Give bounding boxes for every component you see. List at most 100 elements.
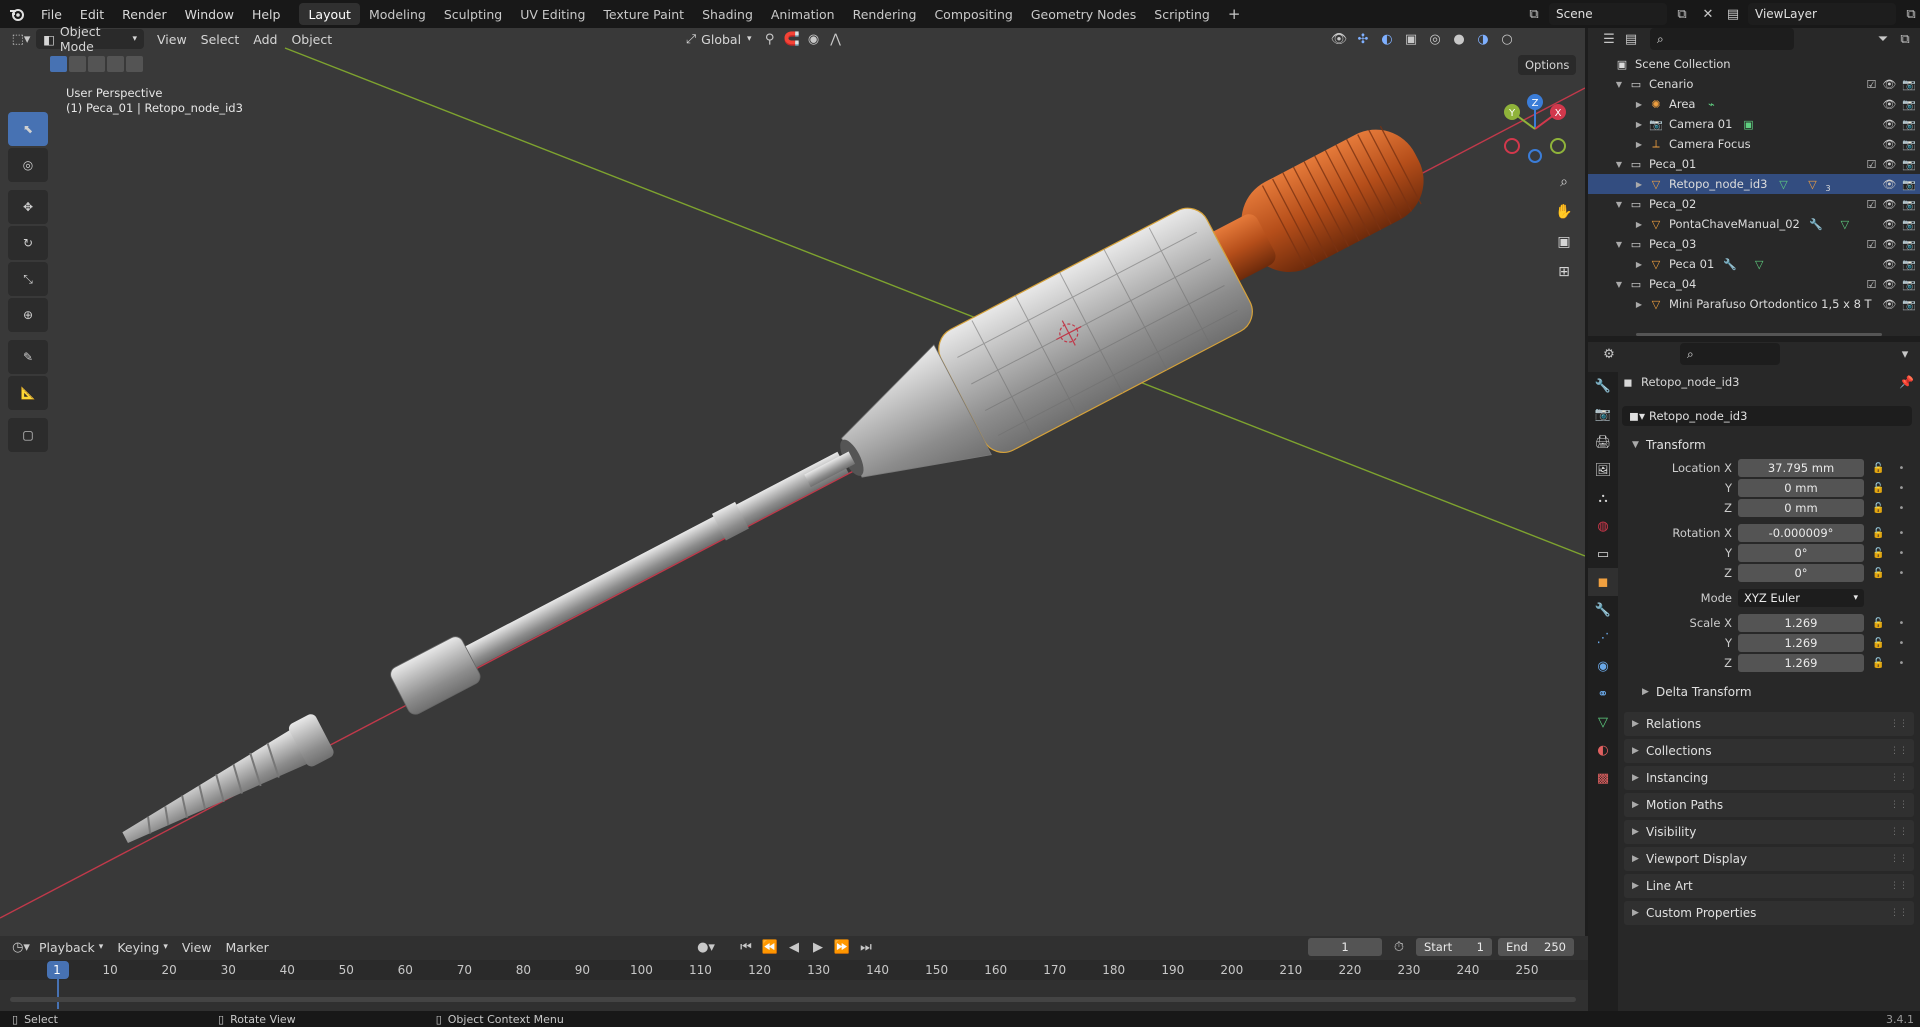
checkbox-icon[interactable]: ☑ bbox=[1866, 78, 1876, 91]
move-tool-icon[interactable]: ✥ bbox=[8, 190, 48, 224]
camera-data-icon[interactable]: ▣ bbox=[1740, 116, 1756, 132]
grid-view-icon[interactable]: ⊞ bbox=[1550, 258, 1578, 286]
outliner-row[interactable]: ▼ ▭ Peca_01 ☑ 👁 📷 bbox=[1588, 154, 1920, 174]
menu-view[interactable]: View bbox=[150, 29, 194, 49]
options-button[interactable]: Options bbox=[1518, 55, 1577, 75]
menu-playback[interactable]: Playback ▾ bbox=[32, 937, 110, 957]
checkbox-icon[interactable]: ☑ bbox=[1866, 278, 1876, 291]
lock-icon[interactable]: 🔓 bbox=[1872, 483, 1884, 494]
record-icon[interactable]: ●▾ bbox=[695, 936, 717, 958]
panel-motion-paths[interactable]: ▶ Motion Paths ⋮⋮ bbox=[1624, 793, 1914, 817]
outliner-row[interactable]: ▶ ▽ Mini Parafuso Ortodontico 1,5 x 8 T 👁 📷 bbox=[1588, 294, 1920, 314]
menu-marker[interactable]: Marker bbox=[219, 937, 276, 957]
outliner-row[interactable]: ▼ ▭ Peca_02 ☑ 👁 📷 bbox=[1588, 194, 1920, 214]
outliner-editor-icon[interactable]: ☰ bbox=[1598, 28, 1620, 50]
material-tab-icon[interactable]: ◐ bbox=[1588, 736, 1618, 764]
tab-sculpting[interactable]: Sculpting bbox=[435, 3, 511, 25]
timeline-editor-icon[interactable]: ◷▾ bbox=[10, 936, 32, 958]
tab-layout[interactable]: Layout bbox=[299, 3, 360, 25]
eye-icon[interactable]: 👁 bbox=[1882, 198, 1896, 211]
camera-render-icon[interactable]: 📷 bbox=[1902, 118, 1916, 131]
prev-keyframe-icon[interactable]: ⏪ bbox=[759, 936, 781, 958]
camera-render-icon[interactable]: 📷 bbox=[1902, 258, 1916, 271]
new-viewlayer-icon[interactable]: ⧉ bbox=[1900, 3, 1920, 25]
menu-keying[interactable]: Keying ▾ bbox=[110, 937, 175, 957]
camera-render-icon[interactable]: 📷 bbox=[1902, 138, 1916, 151]
object-name-field[interactable]: ◼▾ Retopo_node_id3 bbox=[1622, 406, 1912, 426]
scale-tool-icon[interactable]: ⤡ bbox=[8, 262, 48, 296]
display-mode-icon[interactable]: ▤ bbox=[1620, 28, 1642, 50]
next-keyframe-icon[interactable]: ⏩ bbox=[831, 936, 853, 958]
rotate-tool-icon[interactable]: ↻ bbox=[8, 226, 48, 260]
drag-handle-icon[interactable]: ⋮⋮ bbox=[1890, 746, 1908, 756]
output-tab-icon[interactable]: 🖨 bbox=[1588, 428, 1618, 456]
tab-rendering[interactable]: Rendering bbox=[844, 3, 926, 25]
location-y-field[interactable]: 0 mm bbox=[1738, 479, 1864, 497]
pin-icon[interactable]: 📌 bbox=[1899, 375, 1914, 389]
scene-icon[interactable]: ⧉ bbox=[1523, 3, 1545, 25]
outliner-row[interactable]: ▶ ▽ Peca 01 🔧 ▽ 👁 📷 bbox=[1588, 254, 1920, 274]
select-extend-icon[interactable] bbox=[69, 56, 86, 72]
timeline-scrollbar[interactable] bbox=[10, 997, 1576, 1002]
mesh-data-icon[interactable]: ▽ bbox=[1837, 216, 1853, 232]
light-data-icon[interactable]: ⌁ bbox=[1703, 96, 1719, 112]
camera-render-icon[interactable]: 📷 bbox=[1902, 98, 1916, 111]
modifier-tab-icon[interactable]: 🔧 bbox=[1588, 596, 1618, 624]
lock-icon[interactable]: 🔓 bbox=[1872, 658, 1884, 669]
transform-panel-header[interactable]: ▼ Transform bbox=[1624, 433, 1914, 457]
3d-viewport[interactable]: User Perspective (1) Peca_01 | Retopo_no… bbox=[0, 28, 1585, 936]
drag-handle-icon[interactable]: ⋮⋮ bbox=[1890, 773, 1908, 783]
scale-y-field[interactable]: 1.269 bbox=[1738, 634, 1864, 652]
menu-add[interactable]: Add bbox=[246, 29, 284, 49]
viewlayer-field[interactable]: ViewLayer bbox=[1748, 3, 1896, 25]
mode-dropdown[interactable]: ◧ Object Mode ▾ bbox=[36, 24, 144, 54]
delete-scene-icon[interactable]: ✕ bbox=[1697, 3, 1719, 25]
delta-transform-panel[interactable]: ▶ Delta Transform bbox=[1634, 680, 1914, 704]
eye-icon[interactable]: 👁 bbox=[1882, 78, 1896, 91]
drag-handle-icon[interactable]: ⋮⋮ bbox=[1890, 881, 1908, 891]
chevron-right-icon[interactable]: ▶ bbox=[1634, 140, 1644, 149]
camera-render-icon[interactable]: 📷 bbox=[1902, 158, 1916, 171]
panel-custom-properties[interactable]: ▶ Custom Properties ⋮⋮ bbox=[1624, 901, 1914, 925]
tool-tab-icon[interactable]: 🔧 bbox=[1588, 372, 1618, 400]
outliner-row[interactable]: ▼ ▭ Peca_03 ☑ 👁 📷 bbox=[1588, 234, 1920, 254]
eye-icon[interactable]: 👁 bbox=[1882, 98, 1896, 111]
tab-geometry-nodes[interactable]: Geometry Nodes bbox=[1022, 3, 1145, 25]
tab-texture-paint[interactable]: Texture Paint bbox=[594, 3, 693, 25]
object-tab-icon[interactable]: ◼ bbox=[1588, 568, 1618, 596]
select-subtract-icon[interactable] bbox=[88, 56, 105, 72]
eye-icon[interactable]: 👁 bbox=[1882, 278, 1896, 291]
chevron-right-icon[interactable]: ▶ bbox=[1634, 120, 1644, 129]
menu-select[interactable]: Select bbox=[194, 29, 247, 49]
menu-timeline-view[interactable]: View bbox=[175, 937, 219, 957]
chevron-down-icon[interactable]: ▼ bbox=[1614, 200, 1624, 209]
end-frame-field[interactable]: End 250 bbox=[1498, 938, 1574, 956]
mesh-data-icon[interactable]: ▽ bbox=[1751, 256, 1767, 272]
keyframe-dot-icon[interactable]: • bbox=[1898, 638, 1904, 649]
new-scene-icon[interactable]: ⧉ bbox=[1671, 3, 1693, 25]
chevron-right-icon[interactable]: ▶ bbox=[1634, 180, 1644, 189]
panel-relations[interactable]: ▶ Relations ⋮⋮ bbox=[1624, 712, 1914, 736]
lock-icon[interactable]: 🔓 bbox=[1872, 638, 1884, 649]
tab-scripting[interactable]: Scripting bbox=[1145, 3, 1219, 25]
menu-help[interactable]: Help bbox=[243, 0, 290, 28]
pan-hand-icon[interactable]: ✋ bbox=[1550, 198, 1578, 226]
eye-icon[interactable]: 👁 bbox=[1882, 158, 1896, 171]
chevron-down-icon[interactable]: ▼ bbox=[1614, 80, 1624, 89]
panel-visibility[interactable]: ▶ Visibility ⋮⋮ bbox=[1624, 820, 1914, 844]
material-shading-icon[interactable]: ◑ bbox=[1472, 28, 1494, 50]
outliner-row[interactable]: ▶ 📷 Camera 01 ▣ 👁 📷 bbox=[1588, 114, 1920, 134]
select-invert-icon[interactable] bbox=[107, 56, 124, 72]
lock-icon[interactable]: 🔓 bbox=[1872, 528, 1884, 539]
chevron-right-icon[interactable]: ▶ bbox=[1634, 220, 1644, 229]
orientation-dropdown[interactable]: ⤢ Global ▾ bbox=[679, 29, 758, 49]
transform-tool-icon[interactable]: ⊕ bbox=[8, 298, 48, 332]
add-cube-tool-icon[interactable]: ▢ bbox=[8, 418, 48, 452]
gizmo-toggle-icon[interactable]: ✣ bbox=[1352, 28, 1374, 50]
modifier-icon[interactable]: 🔧 bbox=[1722, 256, 1738, 272]
frame-ruler[interactable]: 1 10 20 30 40 50 60 70 80 90 100 110 120 130 140 150 160… bbox=[0, 960, 1588, 1009]
outliner-root[interactable]: ▣ Scene Collection bbox=[1588, 54, 1920, 74]
camera-render-icon[interactable]: 📷 bbox=[1902, 218, 1916, 231]
eye-icon[interactable]: 👁 bbox=[1882, 118, 1896, 131]
camera-view-icon[interactable]: ▣ bbox=[1550, 228, 1578, 256]
